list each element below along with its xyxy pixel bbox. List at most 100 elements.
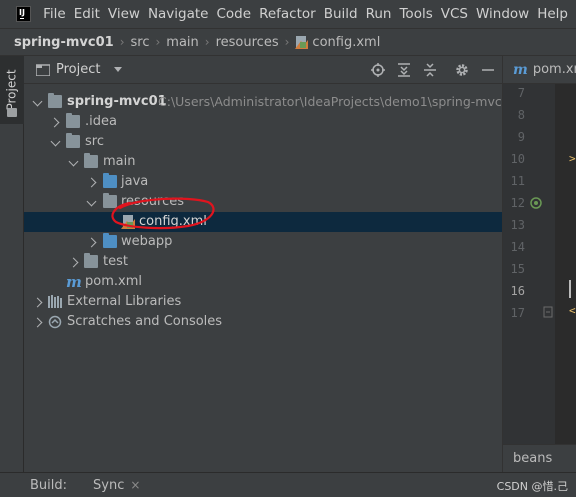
- editor-tab-label: pom.xml: [532, 62, 576, 77]
- breadcrumb-config[interactable]: config.xml: [312, 35, 380, 50]
- tree-label-idea: .idea: [85, 114, 117, 129]
- tree-label-external-libraries: External Libraries: [67, 294, 182, 309]
- line-number: 13: [510, 218, 525, 232]
- chevron-right-icon[interactable]: [34, 316, 46, 328]
- line-number: 10: [510, 152, 525, 166]
- line-number: 11: [510, 174, 525, 188]
- breadcrumb: spring-mvc01 › src › main › resources › …: [0, 28, 576, 56]
- tree-row-external-libraries[interactable]: External Libraries: [24, 292, 502, 312]
- intellij-logo-icon[interactable]: IJ: [16, 6, 32, 22]
- tree-label-scratches: Scratches and Consoles: [67, 314, 223, 329]
- left-tool-stripe: Project: [0, 56, 24, 472]
- project-panel-title: Project: [56, 62, 101, 77]
- menu-build[interactable]: Build: [324, 6, 358, 22]
- sync-tab[interactable]: Sync: [93, 478, 124, 493]
- chevron-down-icon[interactable]: [68, 156, 80, 168]
- tree-row-idea[interactable]: .idea: [24, 112, 502, 132]
- folder-icon: [66, 133, 80, 148]
- tree-row-root[interactable]: spring-mvc01 C:\Users\Administrator\Idea…: [24, 92, 518, 112]
- tree-row-src[interactable]: src: [24, 132, 502, 152]
- tree-row-webapp[interactable]: webapp: [24, 232, 502, 252]
- tree-row-pom[interactable]: m pom.xml: [24, 272, 502, 292]
- tree-label-main: main: [103, 154, 136, 169]
- build-label: Build:: [30, 477, 68, 493]
- folder-icon: [7, 108, 17, 117]
- tree-row-main[interactable]: main: [24, 152, 502, 172]
- editor-breadcrumb-beans[interactable]: beans: [513, 451, 552, 466]
- watermark: CSDN @惜.己: [496, 480, 568, 493]
- tree-label-root: spring-mvc01: [67, 94, 167, 109]
- tree-row-java[interactable]: java: [24, 172, 502, 192]
- code-fragment: >: [569, 152, 576, 165]
- menu-help[interactable]: Help: [537, 6, 568, 22]
- folder-icon: [66, 113, 80, 128]
- tree-row-test[interactable]: test: [24, 252, 502, 272]
- line-number: 14: [510, 240, 525, 254]
- chevron-down-icon[interactable]: [114, 67, 123, 72]
- chevron-right-icon[interactable]: [88, 176, 100, 188]
- module-folder-icon: [48, 93, 62, 108]
- fold-marker-icon[interactable]: [543, 306, 553, 318]
- menu-view[interactable]: View: [108, 6, 140, 22]
- folder-icon: [84, 153, 98, 168]
- editor-tab-pom[interactable]: m pom.xml: [503, 56, 576, 84]
- expand-all-icon[interactable]: [396, 62, 412, 78]
- line-number-gutter: 7 8 9 10 11 12 13 14 15 16 17: [503, 84, 555, 444]
- tree-label-java: java: [121, 174, 149, 189]
- breadcrumb-src[interactable]: src: [131, 35, 150, 50]
- menu-run[interactable]: Run: [366, 6, 392, 22]
- code-fragment: <: [569, 304, 576, 317]
- chevron-right-icon[interactable]: [70, 256, 82, 268]
- breadcrumb-main[interactable]: main: [166, 35, 198, 50]
- minimize-icon[interactable]: [480, 62, 496, 78]
- tree-row-scratches[interactable]: Scratches and Consoles: [24, 312, 502, 332]
- breadcrumb-separator-icon: ›: [204, 35, 210, 49]
- chevron-down-icon[interactable]: [32, 96, 44, 108]
- chevron-right-icon[interactable]: [88, 236, 100, 248]
- tree-label-test: test: [103, 254, 128, 269]
- web-folder-icon: [103, 233, 117, 248]
- editor-breadcrumb-strip: beans: [503, 444, 576, 472]
- annotation-circle: [111, 197, 215, 230]
- line-number: 7: [517, 86, 525, 100]
- tree-label-src: src: [85, 134, 104, 149]
- tree-root-path: C:\Users\Administrator\IdeaProjects\demo…: [158, 94, 518, 109]
- menu-edit[interactable]: Edit: [74, 6, 100, 22]
- menu-window[interactable]: Window: [476, 6, 529, 22]
- close-icon[interactable]: ×: [130, 478, 140, 492]
- maven-icon: m: [513, 61, 528, 78]
- menu-vcs[interactable]: VCS: [441, 6, 468, 22]
- line-number: 15: [510, 262, 525, 276]
- breadcrumb-project[interactable]: spring-mvc01: [14, 35, 114, 50]
- menu-code[interactable]: Code: [217, 6, 252, 22]
- collapse-all-icon[interactable]: [422, 62, 438, 78]
- project-tab-label: Project: [5, 69, 19, 111]
- menu-refactor[interactable]: Refactor: [259, 6, 316, 22]
- menu-file[interactable]: File: [43, 6, 66, 22]
- source-folder-icon: [103, 173, 117, 188]
- project-tool-window-tab[interactable]: Project: [0, 56, 24, 124]
- breadcrumb-separator-icon: ›: [155, 35, 161, 49]
- chevron-down-icon[interactable]: [86, 196, 98, 208]
- scratches-icon: [48, 315, 62, 329]
- editor-area: m pom.xml 7 8 9 10 11 12 13 14 15 16 17 …: [502, 56, 576, 472]
- build-tool-bar: Build: Sync × CSDN @惜.己: [0, 472, 576, 497]
- chevron-right-icon[interactable]: [51, 116, 63, 128]
- line-number: 9: [517, 130, 525, 144]
- project-panel: Project spring-mvc01 C:\Users\Administra…: [24, 56, 518, 472]
- breadcrumb-resources[interactable]: resources: [216, 35, 279, 50]
- spring-bean-gutter-icon[interactable]: [529, 196, 543, 210]
- tree-row-resources[interactable]: resources: [24, 192, 502, 212]
- maven-icon: m: [66, 273, 82, 291]
- tree-label-webapp: webapp: [121, 234, 173, 249]
- tree-row-config[interactable]: config.xml: [24, 212, 502, 232]
- breadcrumb-separator-icon: ›: [119, 35, 125, 49]
- menu-tools[interactable]: Tools: [399, 6, 432, 22]
- chevron-right-icon[interactable]: [34, 296, 46, 308]
- library-icon: [48, 295, 62, 308]
- chevron-down-icon[interactable]: [50, 136, 62, 148]
- locate-icon[interactable]: [370, 62, 386, 78]
- menu-navigate[interactable]: Navigate: [148, 6, 209, 22]
- gear-icon[interactable]: [454, 62, 470, 78]
- project-panel-header: Project: [24, 56, 502, 84]
